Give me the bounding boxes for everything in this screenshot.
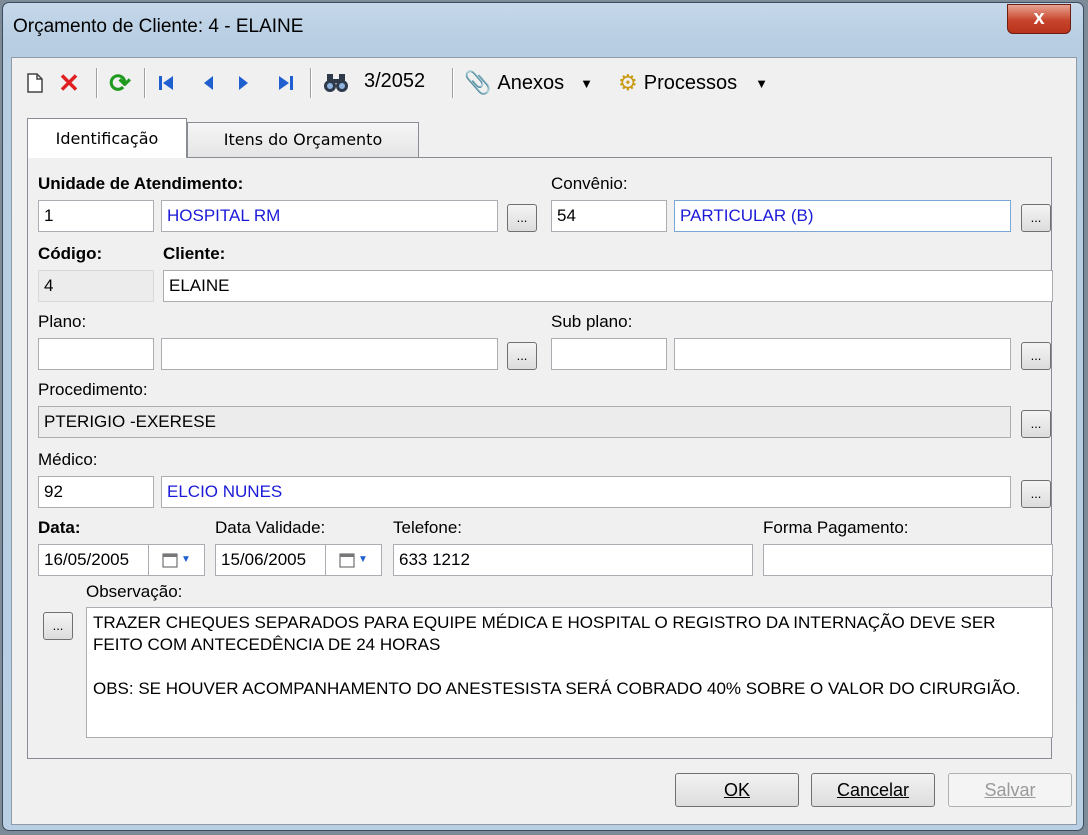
- unidade-label: Unidade de Atendimento:: [38, 174, 244, 193]
- record-counter: 3/2052: [364, 70, 426, 92]
- observacao-textarea[interactable]: TRAZER CHEQUES SEPARADOS PARA EQUIPE MÉD…: [86, 607, 1053, 738]
- plano-name-field[interactable]: [161, 338, 498, 370]
- processos-menu-button[interactable]: ⚙ Processos ▼: [618, 66, 788, 100]
- cancel-label: Cancelar: [836, 780, 910, 800]
- codigo-label: Código:: [38, 244, 103, 263]
- convenio-label: Convênio:: [551, 174, 628, 193]
- paperclip-icon: 📎: [464, 70, 492, 95]
- calendar-dropdown[interactable]: ▼: [148, 545, 204, 575]
- save-label: Salvar: [984, 780, 1036, 800]
- convenio-lookup-button[interactable]: ...: [1021, 204, 1051, 232]
- telefone-label: Telefone:: [393, 518, 462, 537]
- calendar-dropdown[interactable]: ▼: [325, 545, 381, 575]
- anexos-label: Anexos: [497, 71, 565, 94]
- tab-itens-do-orcamento[interactable]: Itens do Orçamento: [187, 122, 419, 158]
- medico-name-field[interactable]: ELCIO NUNES: [161, 476, 1011, 508]
- ok-button[interactable]: OK: [675, 773, 799, 807]
- calendar-icon: [339, 553, 355, 568]
- binoculars-search-icon[interactable]: [318, 66, 354, 100]
- telefone-field[interactable]: 633 1212: [393, 544, 753, 576]
- new-document-icon[interactable]: [20, 66, 50, 100]
- pagamento-label: Forma Pagamento:: [763, 518, 909, 537]
- unidade-name-field[interactable]: HOSPITAL RM: [161, 200, 498, 232]
- first-record-icon[interactable]: [150, 66, 182, 100]
- window-title: Orçamento de Cliente: 4 - ELAINE: [13, 16, 304, 37]
- gears-icon: ⚙: [618, 70, 638, 95]
- dropdown-arrow-icon: ▼: [358, 554, 368, 565]
- medico-code-field[interactable]: 92: [38, 476, 154, 508]
- tab-identificacao[interactable]: Identificação: [27, 118, 187, 158]
- subplano-name-field[interactable]: [674, 338, 1011, 370]
- calendar-icon: [162, 553, 178, 568]
- close-button[interactable]: x: [1007, 4, 1071, 34]
- dropdown-arrow-icon: ▼: [580, 75, 593, 91]
- identificacao-panel: Unidade de Atendimento: Convênio: 1 HOSP…: [27, 157, 1053, 759]
- observacao-label: Observação:: [86, 582, 183, 601]
- pagamento-field[interactable]: [763, 544, 1053, 576]
- codigo-field: 4: [38, 270, 154, 302]
- subplano-lookup-button[interactable]: ...: [1021, 342, 1051, 370]
- procedimento-field[interactable]: PTERIGIO -EXERESE: [38, 406, 1011, 438]
- toolbar-separator: [310, 68, 312, 98]
- toolbar: ✕ ⟳ 3/2052 📎 Anexos ▼ ⚙ Processos ▼: [12, 58, 1076, 108]
- save-button[interactable]: Salvar: [948, 773, 1072, 807]
- toolbar-separator: [144, 68, 146, 98]
- last-record-icon[interactable]: [270, 66, 302, 100]
- convenio-name-field[interactable]: PARTICULAR (B): [674, 200, 1011, 232]
- validade-label: Data Validade:: [215, 518, 326, 537]
- previous-record-icon[interactable]: [192, 66, 224, 100]
- plano-label: Plano:: [38, 312, 87, 331]
- subplano-code-field[interactable]: [551, 338, 667, 370]
- dropdown-arrow-icon: ▼: [755, 75, 768, 91]
- refresh-icon[interactable]: ⟳: [104, 66, 136, 100]
- observacao-edit-button[interactable]: ...: [43, 612, 73, 640]
- cancel-button[interactable]: Cancelar: [811, 773, 935, 807]
- toolbar-separator: [452, 68, 454, 98]
- next-record-icon[interactable]: [228, 66, 260, 100]
- medico-label: Médico:: [38, 450, 98, 469]
- observacao-paragraph: OBS: SE HOUVER ACOMPANHAMENTO DO ANESTES…: [93, 679, 1021, 698]
- toolbar-separator: [96, 68, 98, 98]
- title-bar: Orçamento de Cliente: 4 - ELAINE x: [3, 3, 1083, 57]
- convenio-code-field[interactable]: 54: [551, 200, 667, 232]
- procedimento-label: Procedimento:: [38, 380, 148, 399]
- dialog-window: Orçamento de Cliente: 4 - ELAINE x ✕ ⟳ 3…: [2, 2, 1084, 831]
- unidade-lookup-button[interactable]: ...: [507, 204, 537, 232]
- ok-label: OK: [723, 780, 750, 800]
- data-label: Data:: [38, 518, 81, 537]
- validade-date-picker[interactable]: 15/06/2005 ▼: [215, 544, 382, 576]
- procedimento-lookup-button[interactable]: ...: [1021, 410, 1051, 438]
- data-value: 16/05/2005: [44, 550, 130, 569]
- cliente-label: Cliente:: [163, 244, 226, 263]
- plano-code-field[interactable]: [38, 338, 154, 370]
- close-icon: x: [1033, 7, 1045, 29]
- cliente-field[interactable]: ELAINE: [163, 270, 1053, 302]
- unidade-code-field[interactable]: 1: [38, 200, 154, 232]
- delete-icon[interactable]: ✕: [54, 66, 84, 100]
- plano-lookup-button[interactable]: ...: [507, 342, 537, 370]
- medico-lookup-button[interactable]: ...: [1021, 480, 1051, 508]
- dialog-client-area: ✕ ⟳ 3/2052 📎 Anexos ▼ ⚙ Processos ▼ Iden…: [11, 57, 1077, 825]
- dropdown-arrow-icon: ▼: [181, 554, 191, 565]
- validade-value: 15/06/2005: [221, 550, 307, 569]
- observacao-paragraph: TRAZER CHEQUES SEPARADOS PARA EQUIPE MÉD…: [93, 613, 996, 654]
- subplano-label: Sub plano:: [551, 312, 633, 331]
- processos-label: Processos: [643, 71, 738, 94]
- data-date-picker[interactable]: 16/05/2005 ▼: [38, 544, 205, 576]
- anexos-menu-button[interactable]: 📎 Anexos ▼: [464, 66, 604, 100]
